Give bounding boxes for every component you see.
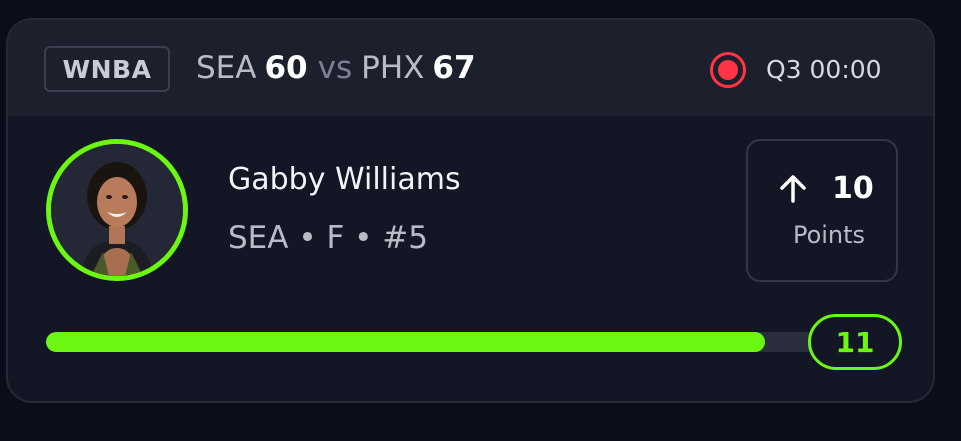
game-header: WNBA SEA 60 vs PHX 67 Q3 00:00 [8,20,933,116]
target-badge: 11 [808,314,902,370]
away-team: PHX [361,50,425,86]
stat-box[interactable]: 10 Points [746,139,898,282]
home-team: SEA [196,50,257,86]
progress-bar [46,332,836,352]
live-record-icon [710,52,746,88]
league-badge: WNBA [44,46,170,92]
player-prop-card[interactable]: WNBA SEA 60 vs PHX 67 Q3 00:00 Gabby Wil… [6,18,935,403]
home-score: 60 [264,50,308,86]
away-score: 67 [432,50,476,86]
player-name: Gabby Williams [228,162,461,197]
stat-value: 10 [832,171,874,206]
scoreline: SEA 60 vs PHX 67 [196,46,476,90]
player-avatar [46,139,188,281]
vs-label: vs [317,50,353,86]
arrow-up-icon [778,174,808,208]
player-meta: SEA • F • #5 [228,220,428,256]
game-clock: Q3 00:00 [766,55,882,84]
progress-fill [46,332,765,352]
stat-label: Points [792,221,866,249]
